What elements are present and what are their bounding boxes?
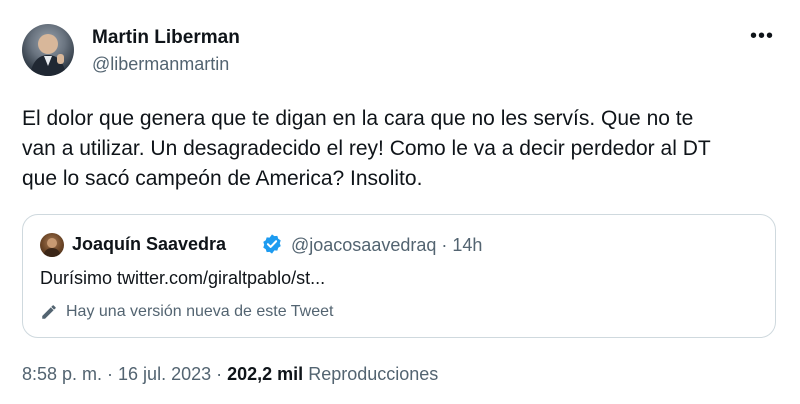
quoted-handle-time[interactable]: @joacosaavedraq · 14h xyxy=(291,235,482,256)
more-options-icon[interactable]: ••• xyxy=(750,26,774,46)
verified-badge-icon xyxy=(263,234,281,254)
tweet-text-line: van a utilizar. Un desagradecido el rey!… xyxy=(22,137,711,160)
tweet-text-line: que lo sacó campeón de America? Insolito… xyxy=(22,167,423,190)
quoted-text[interactable]: Durísimo twitter.com/giraltpablo/st... xyxy=(40,268,325,289)
quoted-avatar-image xyxy=(43,238,61,257)
author-handle[interactable]: @libermanmartin xyxy=(92,54,229,75)
timestamp[interactable]: 8:58 p. m. · 16 jul. 2023 · xyxy=(22,364,227,384)
quoted-author-avatar[interactable] xyxy=(40,233,64,257)
views-count: 202,2 mil xyxy=(227,364,304,384)
tweet-meta: 8:58 p. m. · 16 jul. 2023 · 202,2 mil Re… xyxy=(22,364,438,385)
new-version-text: Hay una versión nueva de este Tweet xyxy=(66,303,334,320)
tweet-text-line: El dolor que genera que te digan en la c… xyxy=(22,107,694,130)
avatar-image xyxy=(30,34,66,76)
views-label: Reproducciones xyxy=(308,364,439,384)
quoted-author-name[interactable]: Joaquín Saavedra xyxy=(72,234,226,255)
new-version-notice[interactable]: Hay una versión nueva de este Tweet xyxy=(40,302,333,322)
author-avatar[interactable] xyxy=(22,24,74,76)
edit-pencil-icon xyxy=(42,305,56,319)
tweet: Martin Liberman @libermanmartin ••• El d… xyxy=(0,0,800,404)
tweet-text: El dolor que genera que te digan en la c… xyxy=(22,104,782,194)
quoted-tweet[interactable]: Joaquín Saavedra @joacosaavedraq · 14h D… xyxy=(22,214,776,338)
author-name[interactable]: Martin Liberman xyxy=(92,27,240,49)
